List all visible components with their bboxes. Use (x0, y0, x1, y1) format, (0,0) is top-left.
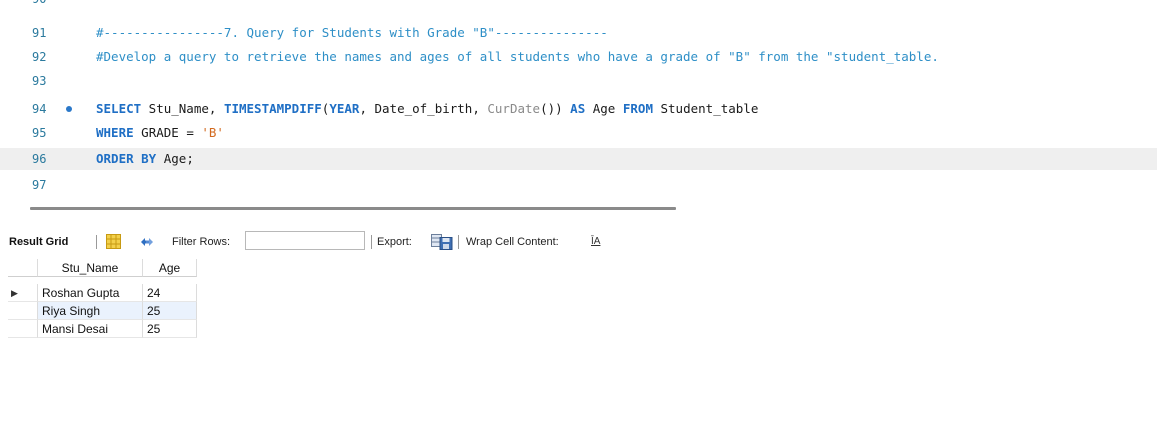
code-text[interactable]: #----------------7. Query for Students w… (96, 22, 608, 44)
export-label: Export: (377, 236, 412, 248)
statement-marker-icon (66, 106, 72, 112)
code-token: ORDER BY (96, 151, 157, 166)
column-header-stu-name[interactable]: Stu_Name (38, 259, 143, 277)
code-text[interactable]: SELECT Stu_Name, TIMESTAMPDIFF(YEAR, Dat… (96, 98, 758, 120)
code-token: , Date_of_birth, (359, 101, 488, 116)
cell-stu-name[interactable]: Roshan Gupta (38, 284, 143, 302)
grid-header-row: Stu_Name Age (8, 259, 198, 277)
editor-line[interactable]: 97 (0, 174, 1157, 196)
code-text[interactable]: WHERE GRADE = 'B' (96, 122, 224, 144)
line-number: 93 (32, 74, 47, 88)
horizontal-scrollbar[interactable] (30, 207, 676, 210)
code-token: CurDate (487, 101, 541, 116)
result-toolbar: Result Grid Filter Rows: Export: Wrap Ce… (0, 229, 1157, 255)
row-header (8, 302, 38, 320)
line-number: 96 (32, 152, 47, 166)
code-token: #Develop a query to retrieve the names a… (96, 49, 939, 64)
cell-age[interactable]: 24 (143, 284, 197, 302)
editor-line[interactable]: 92 #Develop a query to retrieve the names… (0, 46, 1157, 68)
filter-rows-label: Filter Rows: (172, 236, 231, 248)
code-token: TIMESTAMPDIFF (223, 101, 322, 116)
table-row[interactable]: ▶ Roshan Gupta 24 (8, 284, 198, 302)
result-grid-icon[interactable] (106, 229, 121, 255)
editor-line[interactable]: 94 SELECT Stu_Name, TIMESTAMPDIFF(YEAR, D… (0, 98, 1157, 120)
code-token: ()) (540, 101, 571, 116)
filter-rows-input[interactable] (245, 231, 365, 250)
code-token: #----------------7. Query for Students w… (96, 25, 608, 40)
code-token: GRADE = (133, 125, 202, 140)
code-token: Age; (156, 151, 194, 166)
toolbar-separator (96, 235, 97, 249)
editor-line[interactable]: 96 ORDER BY Age; (0, 148, 1157, 170)
code-token: AS (570, 101, 586, 116)
line-number: 97 (32, 178, 47, 192)
editor-line[interactable]: 91 #----------------7. Query for Students… (0, 22, 1157, 44)
line-number: 92 (32, 50, 47, 64)
code-token: WHERE (96, 125, 134, 140)
code-token: FROM (622, 101, 653, 116)
code-token: Stu_Name, (141, 101, 224, 116)
table-row[interactable]: Riya Singh 25 (8, 302, 198, 320)
wrap-cell-label: Wrap Cell Content: (466, 236, 559, 248)
export-icon[interactable] (431, 229, 453, 255)
code-token: Student_table (652, 101, 759, 116)
line-number: 90 (32, 0, 72, 10)
line-number: 91 (32, 26, 47, 40)
cell-age[interactable]: 25 (143, 302, 197, 320)
editor-line[interactable]: 90 (0, 0, 1157, 10)
table-row[interactable]: Mansi Desai 25 (8, 320, 198, 338)
toolbar-separator (458, 235, 459, 249)
code-token: YEAR (329, 101, 360, 116)
cell-age[interactable]: 25 (143, 320, 197, 338)
refresh-icon[interactable] (139, 229, 155, 255)
cell-stu-name[interactable]: Riya Singh (38, 302, 143, 320)
code-token: 'B' (201, 125, 224, 140)
code-text[interactable]: ORDER BY Age; (96, 148, 194, 170)
editor-line[interactable]: 93 (0, 70, 1157, 92)
code-token: SELECT (96, 101, 142, 116)
cell-stu-name[interactable]: Mansi Desai (38, 320, 143, 338)
row-header-corner (8, 259, 38, 277)
code-token: Age (585, 101, 623, 116)
sql-editor[interactable]: 90 91 #----------------7. Query for Studen… (0, 0, 1157, 200)
toolbar-separator (371, 235, 372, 249)
row-header (8, 320, 38, 338)
line-number: 95 (32, 126, 47, 140)
editor-line[interactable]: 95 WHERE GRADE = 'B' (0, 122, 1157, 144)
code-text[interactable]: #Develop a query to retrieve the names a… (96, 46, 939, 68)
row-pointer-icon: ▶ (8, 284, 38, 302)
wrap-cell-icon[interactable]: ĪA (591, 229, 600, 255)
column-header-age[interactable]: Age (143, 259, 197, 277)
result-grid-tab[interactable]: Result Grid (9, 229, 68, 255)
